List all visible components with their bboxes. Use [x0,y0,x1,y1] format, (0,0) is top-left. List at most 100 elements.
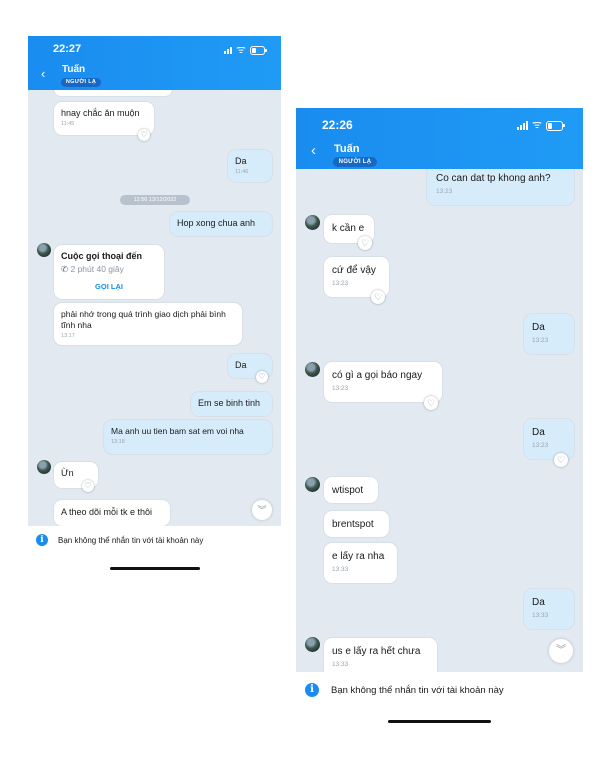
call-title: Cuộc gọi thoại đến [61,251,142,261]
notice-text: Bạn không thể nhắn tin với tài khoản này [331,684,504,696]
contact-avatar[interactable] [305,362,320,377]
message-text: cứ để vậy [332,265,376,276]
message-time: 13:17 [61,333,75,339]
message-bubble[interactable]: Da ♡ [228,354,272,383]
contact-avatar[interactable] [37,243,51,257]
message-bubble[interactable]: hnay chắc ăn muộn 11:45 ♡ [54,102,154,141]
message-bubble[interactable]: có gì a gọi báo ngay 13:23 ♡ [324,362,442,410]
heart-react-icon[interactable]: ♡ [371,290,385,304]
call-card[interactable]: Cuộc gọi thoại đến ✆ 2 phút 40 giây GỌI … [54,245,164,299]
heart-react-icon[interactable]: ♡ [82,480,94,492]
message-bubble[interactable]: A theo dõi mỗi tk e thôi [54,500,170,526]
home-indicator [110,567,200,570]
contact-avatar[interactable] [37,460,51,474]
call-duration: ✆ 2 phút 40 giây [61,264,124,274]
message-bubble[interactable]: wtispot [324,477,378,503]
message-bubble[interactable]: Hop xong chua anh [170,212,272,236]
battery-icon [250,46,267,55]
message-text: phải nhớ trong quá trình giao dịch phải … [61,309,226,330]
message-time: 13:23 [532,442,549,449]
chat-area[interactable]: Co can dat tp khong anh? 13:23 k cần e ♡… [296,169,583,672]
status-time: 22:27 [53,43,82,55]
message-text: e lấy ra nha [332,551,385,562]
call-back-button[interactable]: GỌI LẠI [61,282,157,291]
status-icons: ᯤ [223,44,267,56]
message-bubble[interactable] [54,90,172,96]
message-text: Em se binh tinh [198,398,261,408]
message-bubble[interactable]: us e lấy ra hết chưa 13:33 [324,638,437,672]
message-bubble[interactable]: Da 13:23 ♡ [524,419,574,467]
message-text: hnay chắc ăn muộn [61,108,140,118]
message-text: Ừn [61,468,74,478]
chat-header: 22:27 ᯤ ‹ Tuấn NGƯỜI LẠ [28,36,281,90]
chat-header: 22:26 ᯤ ‹ Tuấn NGƯỜI LẠ [296,108,583,169]
message-bubble[interactable]: Da 13:23 [524,314,574,354]
message-bubble[interactable]: phải nhớ trong quá trình giao dịch phải … [54,303,242,345]
message-time: 13:33 [332,661,349,668]
contact-name[interactable]: Tuấn [62,64,85,75]
notice-text: Bạn không thể nhắn tin với tài khoản này [58,535,204,545]
back-chevron-icon[interactable]: ‹ [311,142,316,159]
signal-icon [516,121,528,130]
message-time: 13:23 [532,337,549,344]
message-bubble[interactable]: Co can dat tp khong anh? 13:23 [427,169,574,205]
info-icon: i [36,534,48,546]
stranger-tag: NGƯỜI LẠ [333,157,377,167]
right-screenshot: 22:26 ᯤ ‹ Tuấn NGƯỜI LẠ Co can dat tp kh… [296,108,583,730]
chat-area[interactable]: hnay chắc ăn muộn 11:45 ♡ Da 11:46 12:56… [28,90,281,526]
double-chevron-down-icon: ︾ [556,645,566,656]
notice-bar: i Bạn không thể nhắn tin với tài khoản n… [28,530,281,550]
message-bubble[interactable]: k cần e ♡ [324,215,374,250]
message-time: 13:33 [332,566,349,573]
stranger-tag: NGƯỜI LẠ [61,78,101,87]
status-time: 22:26 [322,118,353,132]
double-chevron-down-icon: ︾ [257,505,267,515]
message-text: có gì a gọi báo ngay [332,370,423,381]
message-time: 11:46 [235,169,249,175]
message-bubble[interactable]: Da 13:33 [524,589,574,629]
left-screenshot: 22:27 ᯤ ‹ Tuấn NGƯỜI LẠ hnay chắc ăn muộ… [28,36,281,576]
contact-avatar[interactable] [305,637,320,652]
wifi-icon: ᯤ [235,44,246,56]
message-text: A theo dõi mỗi tk e thôi [61,507,153,517]
message-time: 13:33 [532,612,549,619]
scroll-down-button[interactable]: ︾ [549,639,573,663]
message-text: Hop xong chua anh [177,218,256,228]
contact-avatar[interactable] [305,215,320,230]
message-time: 11:45 [61,121,75,127]
message-time: 13:23 [332,280,349,287]
heart-react-icon[interactable]: ♡ [256,371,268,383]
message-text: us e lấy ra hết chưa [332,646,421,657]
message-bubble[interactable]: e lấy ra nha 13:33 [324,543,397,583]
message-bubble[interactable]: Em se binh tinh [191,392,272,416]
info-icon: i [305,683,319,697]
home-indicator [388,720,491,723]
message-time: 13:23 [436,188,453,195]
date-separator: 12:56 13/12/2022 [120,195,190,205]
message-bubble[interactable]: Ma anh uu tien bam sat em voi nha 13:18 [104,420,272,454]
scroll-down-button[interactable]: ︾ [252,500,272,520]
heart-react-icon[interactable]: ♡ [424,396,438,410]
message-text: Da [235,360,247,370]
message-text: k cần e [332,223,365,234]
message-text: Ma anh uu tien bam sat em voi nha [111,426,244,436]
message-bubble[interactable]: Ừn ♡ [54,462,98,492]
message-bubble[interactable]: Da 11:46 [228,150,272,182]
back-chevron-icon[interactable]: ‹ [41,66,45,81]
notice-bar: i Bạn không thể nhắn tin với tài khoản n… [296,678,583,702]
status-icons: ᯤ [516,119,565,131]
message-time: 13:23 [332,385,349,392]
message-time: 13:18 [111,439,125,445]
wifi-icon: ᯤ [531,119,542,131]
message-bubble[interactable]: cứ để vậy 13:23 ♡ [324,257,389,304]
contact-name[interactable]: Tuấn [334,143,359,155]
heart-react-icon[interactable]: ♡ [358,236,372,250]
heart-react-icon[interactable]: ♡ [554,453,568,467]
heart-react-icon[interactable]: ♡ [138,129,150,141]
battery-icon [546,120,565,131]
message-text: brentspot [332,519,374,530]
message-bubble[interactable]: brentspot [324,511,389,537]
contact-avatar[interactable] [305,477,320,492]
message-text: wtispot [332,485,364,496]
message-text: Da [532,322,545,333]
